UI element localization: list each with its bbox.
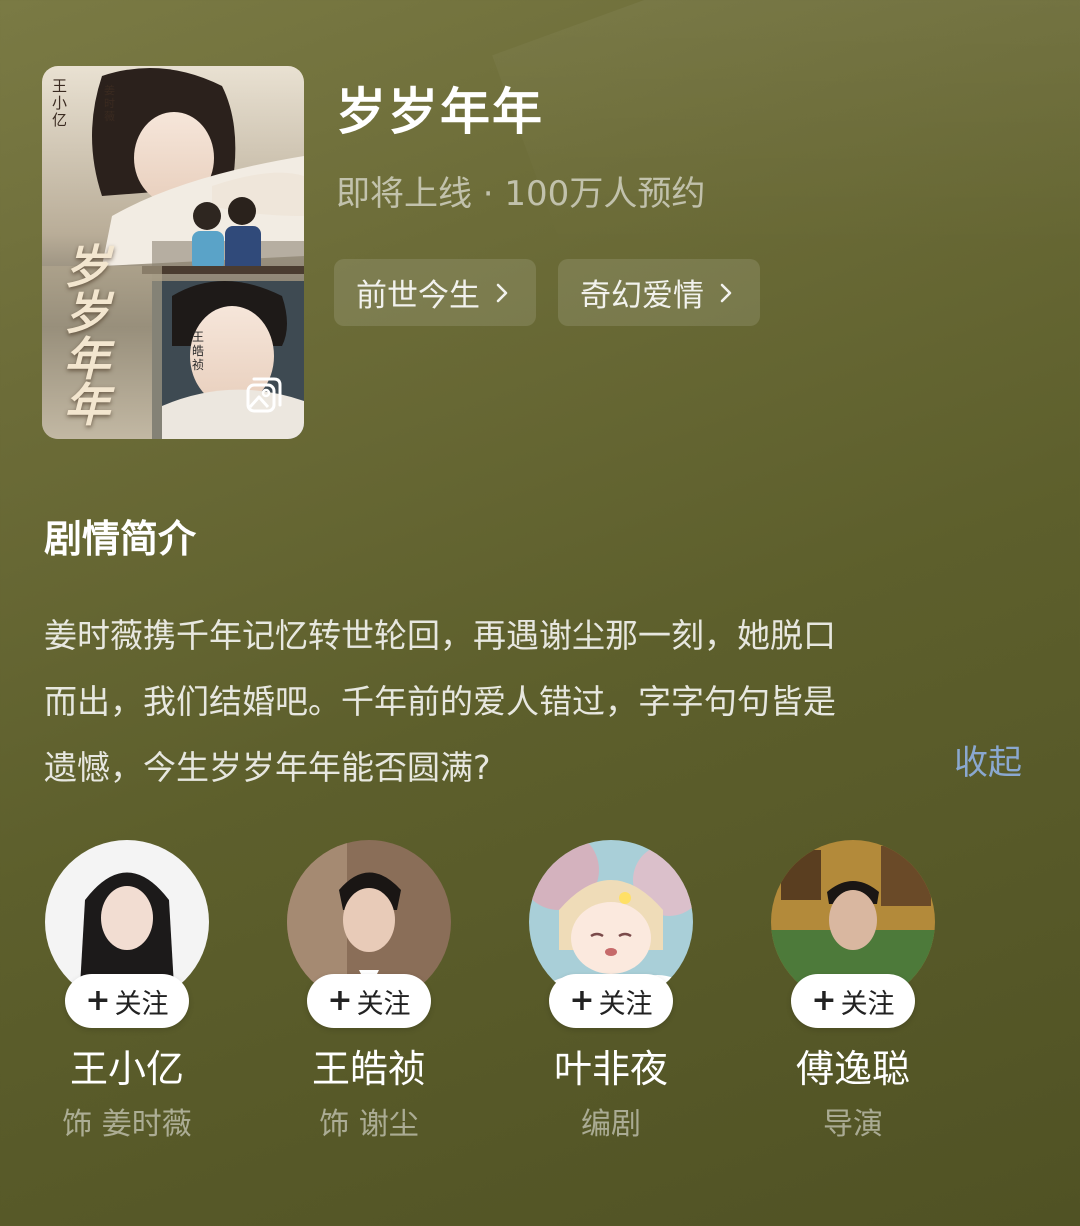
tag-label: 奇幻爱情	[580, 278, 704, 314]
plus-icon: +	[85, 983, 111, 1018]
follow-label: 关注	[356, 988, 411, 1020]
poster-calligraphy-title: 岁岁年年	[64, 240, 110, 432]
cast-name: 叶非夜	[553, 1047, 668, 1091]
plus-icon: +	[327, 983, 353, 1018]
cast-list: + 关注 王小亿 饰 姜时薇 + 关注 王皓祯 饰 谢尘 + 关注 叶非夜 编剧…	[0, 840, 1080, 1170]
follow-label: 关注	[840, 988, 895, 1020]
follow-label: 关注	[114, 988, 169, 1020]
poster-credit-left-role: 姜时薇	[104, 84, 115, 123]
synopsis-line: 遗憾，今生岁岁年年能否圆满?	[44, 748, 491, 787]
poster[interactable]: 王小亿 姜时薇 岁岁年年 王皓祯	[42, 66, 304, 439]
collapse-link[interactable]: 收起	[954, 735, 1022, 784]
tag-chip[interactable]: 奇幻爱情	[558, 259, 760, 326]
cast-item: + 关注 傅逸聪 导演	[753, 840, 953, 1143]
plus-icon: +	[811, 983, 837, 1018]
follow-button[interactable]: + 关注	[307, 974, 431, 1028]
synopsis-text: 姜时薇携千年记忆转世轮回，再遇谢尘那一刻，她脱口 而出，我们结婚吧。千年前的爱人…	[44, 603, 1034, 801]
drama-title: 岁岁年年	[336, 83, 544, 141]
follow-button[interactable]: + 关注	[549, 974, 673, 1028]
cast-role: 饰 谢尘	[319, 1107, 419, 1142]
plus-icon: +	[569, 983, 595, 1018]
cast-role: 导演	[823, 1107, 883, 1142]
synopsis-line: 而出，我们结婚吧。千年前的爱人错过，字字句句皆是	[44, 682, 836, 721]
cast-name: 王小亿	[69, 1047, 184, 1091]
follow-button[interactable]: + 关注	[791, 974, 915, 1028]
chevron-right-icon	[496, 283, 508, 302]
tag-list: 前世今生 奇幻爱情	[334, 259, 760, 326]
cast-item: + 关注 叶非夜 编剧	[511, 840, 711, 1143]
cast-item: + 关注 王皓祯 饰 谢尘	[269, 840, 469, 1143]
tag-label: 前世今生	[356, 278, 480, 314]
gallery-icon[interactable]	[244, 375, 284, 415]
poster-credit-right: 王皓祯	[192, 330, 205, 372]
poster-credit-left: 王小亿	[52, 77, 68, 129]
cast-item: + 关注 王小亿 饰 姜时薇	[27, 840, 227, 1143]
cast-role: 编剧	[581, 1107, 641, 1142]
follow-label: 关注	[598, 988, 653, 1020]
status-line: 即将上线 · 100万人预约	[336, 174, 706, 214]
cast-name: 王皓祯	[311, 1047, 426, 1091]
cast-name: 傅逸聪	[795, 1047, 910, 1091]
tag-chip[interactable]: 前世今生	[334, 259, 536, 326]
chevron-right-icon	[720, 283, 732, 302]
cast-role: 饰 姜时薇	[62, 1107, 192, 1142]
follow-button[interactable]: + 关注	[65, 974, 189, 1028]
synopsis-line: 姜时薇携千年记忆转世轮回，再遇谢尘那一刻，她脱口	[44, 616, 836, 655]
synopsis-heading: 剧情简介	[44, 517, 197, 561]
